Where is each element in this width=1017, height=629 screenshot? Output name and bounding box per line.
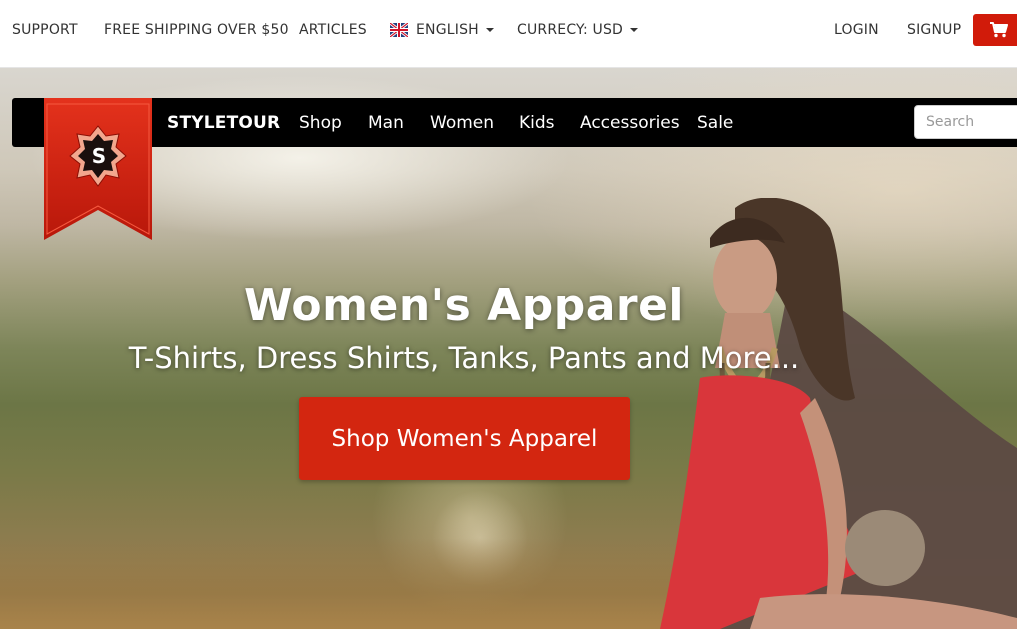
brand-name[interactable]: STYLETOUR xyxy=(167,113,280,133)
language-dropdown[interactable]: ENGLISH xyxy=(416,22,494,38)
top-utility-bar: SUPPORT FREE SHIPPING OVER $50 ARTICLES … xyxy=(0,0,1017,68)
logo-letter: S xyxy=(91,144,107,168)
hero-model-image xyxy=(660,198,1017,629)
hero-title: Women's Apparel xyxy=(243,280,685,331)
currency-dropdown[interactable]: CURRECY: USD xyxy=(517,22,639,38)
currency-label: CURRECY: USD xyxy=(517,22,624,38)
cart-icon xyxy=(990,22,1008,38)
nav-link-kids[interactable]: Kids xyxy=(519,113,555,133)
cart-button[interactable] xyxy=(973,14,1017,46)
support-link[interactable]: SUPPORT xyxy=(12,22,78,38)
login-link[interactable]: LOGIN xyxy=(834,22,879,38)
chevron-down-icon xyxy=(485,28,494,32)
language-label: ENGLISH xyxy=(416,22,479,38)
hero-subtitle: T-Shirts, Dress Shirts, Tanks, Pants and… xyxy=(128,341,800,375)
articles-link[interactable]: ARTICLES xyxy=(299,22,367,38)
nav-link-sale[interactable]: Sale xyxy=(697,113,733,133)
nav-link-accessories[interactable]: Accessories xyxy=(580,113,680,133)
main-navbar xyxy=(12,98,1017,147)
uk-flag-icon xyxy=(390,23,408,37)
nav-link-man[interactable]: Man xyxy=(368,113,404,133)
chevron-down-icon xyxy=(630,28,639,32)
shop-womens-apparel-button[interactable]: Shop Women's Apparel xyxy=(299,397,630,480)
nav-link-shop[interactable]: Shop xyxy=(299,113,342,133)
hero-banner: STYLETOUR Shop Man Women Kids Accessorie… xyxy=(0,68,1017,629)
signup-link[interactable]: SIGNUP xyxy=(907,22,961,38)
ribbon-logo-icon[interactable] xyxy=(44,98,152,240)
free-shipping-link[interactable]: FREE SHIPPING OVER $50 xyxy=(104,22,289,38)
search-input[interactable] xyxy=(914,105,1017,139)
nav-link-women[interactable]: Women xyxy=(430,113,494,133)
